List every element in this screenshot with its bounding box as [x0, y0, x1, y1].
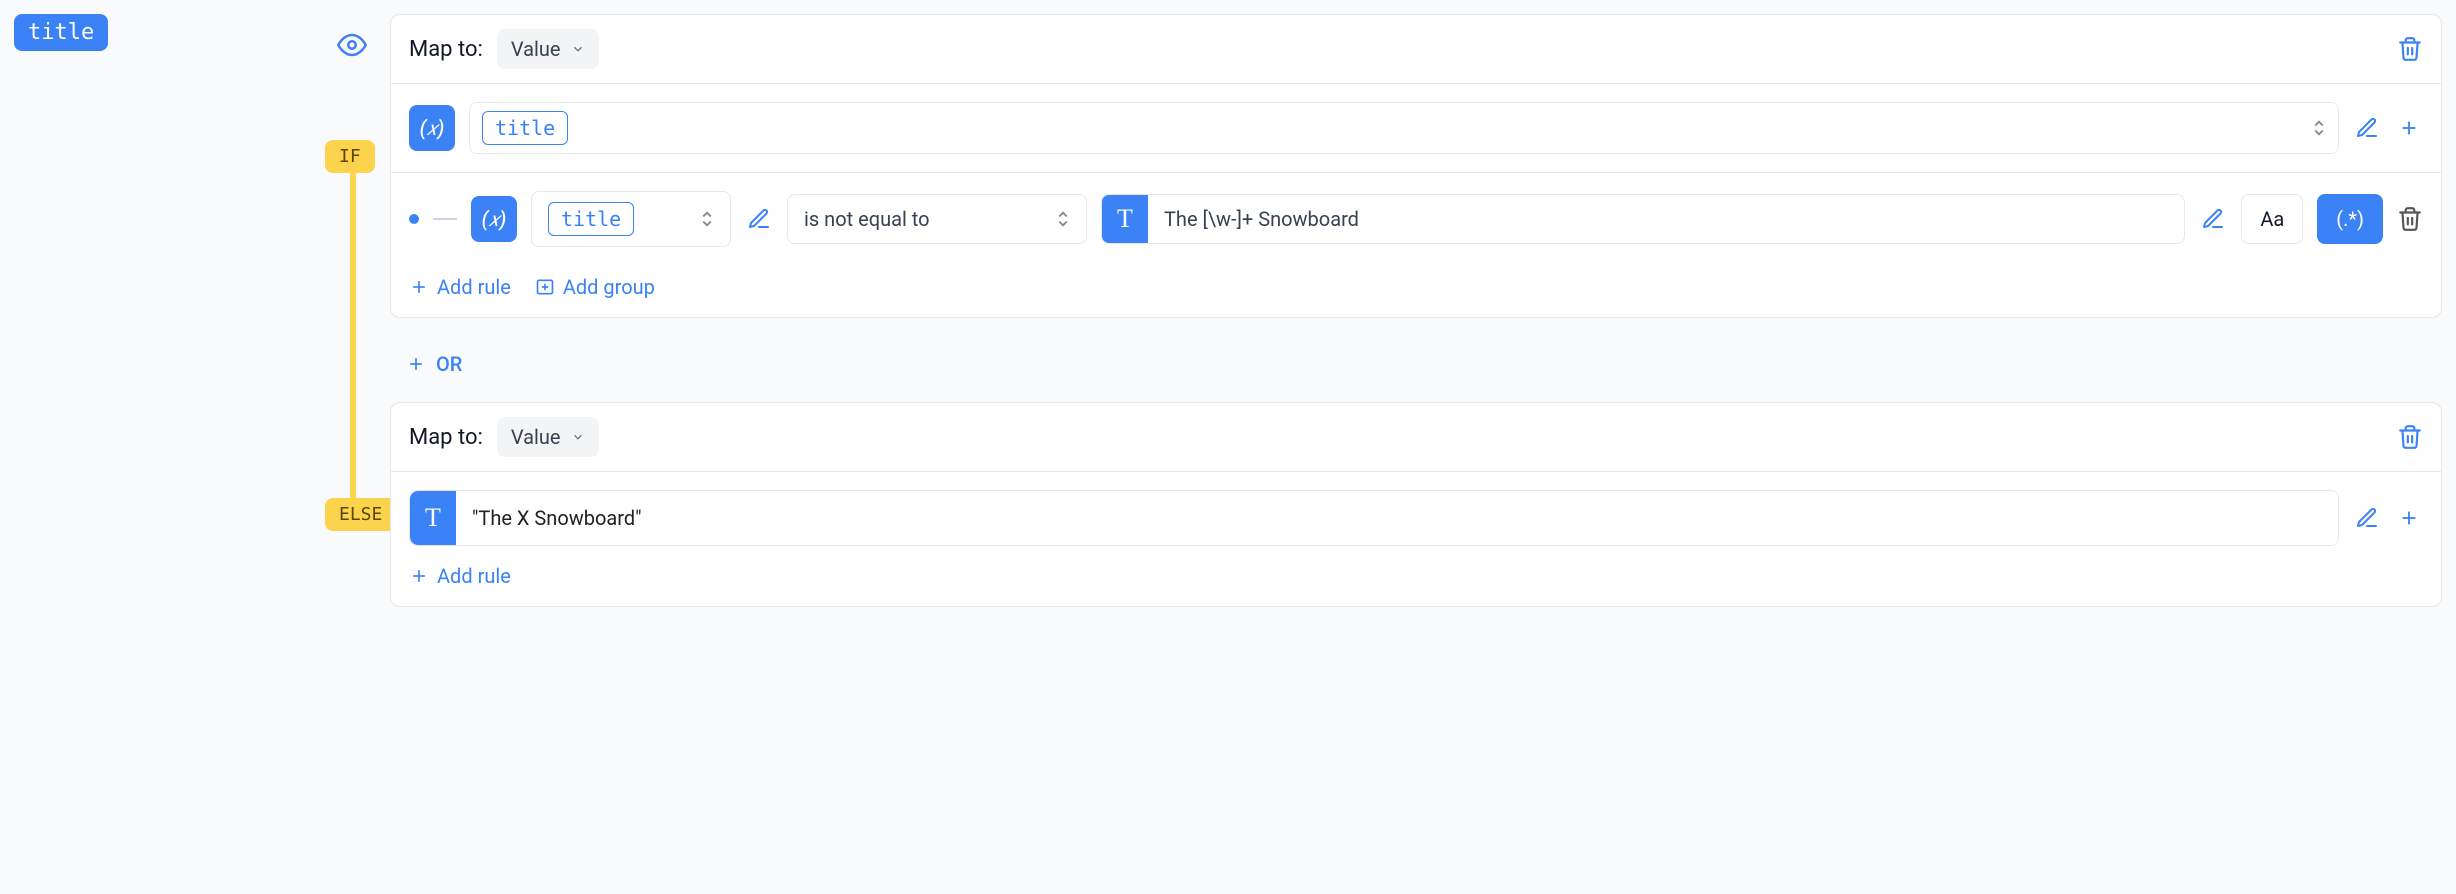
delete-rule-button[interactable] — [2397, 206, 2423, 232]
plus-icon — [406, 354, 426, 374]
condition-row: (𝑥) title is not equal to — [409, 173, 2423, 247]
add-source-button[interactable] — [2395, 114, 2423, 142]
if-source-variable-pill: title — [482, 111, 568, 145]
map-to-value: Value — [511, 425, 561, 449]
map-to-value: Value — [511, 37, 561, 61]
rule-dot — [409, 214, 419, 224]
or-text: OR — [436, 352, 462, 376]
text-type-icon: T — [410, 491, 456, 545]
delete-if-block-button[interactable] — [2397, 36, 2423, 62]
trash-icon — [2397, 206, 2423, 232]
regex-toggle[interactable]: (.*) — [2317, 194, 2383, 244]
add-or-branch-link[interactable]: OR — [398, 344, 470, 384]
if-card-header: Map to: Value — [391, 15, 2441, 84]
add-group-icon — [535, 277, 555, 297]
trash-icon — [2397, 424, 2423, 450]
rule-actions-row: Add rule Add group — [391, 265, 2441, 317]
timeline-line — [350, 155, 356, 515]
chevron-down-icon — [571, 430, 585, 444]
plus-icon — [409, 277, 429, 297]
plus-icon — [2398, 117, 2420, 139]
case-sensitive-toggle[interactable]: Aa — [2241, 194, 2303, 244]
field-chip-title[interactable]: title — [14, 14, 108, 51]
add-rule-text: Add rule — [437, 564, 511, 588]
text-type-icon: T — [1102, 195, 1148, 243]
condition-right-text: The [\w-]+ Snowboard — [1148, 207, 1375, 231]
trash-icon — [2397, 36, 2423, 62]
edit-left-button[interactable] — [745, 205, 773, 233]
map-to-label: Map to: — [409, 37, 483, 62]
select-caret-icon — [2312, 118, 2326, 138]
condition-operator-select[interactable]: is not equal to — [787, 194, 1087, 244]
operator-text: is not equal to — [804, 207, 930, 231]
pencil-icon — [2201, 207, 2225, 231]
if-card: Map to: Value (𝑥) title — [390, 14, 2442, 318]
delete-else-block-button[interactable] — [2397, 424, 2423, 450]
flow-timeline — [350, 0, 356, 894]
edit-source-button[interactable] — [2353, 114, 2381, 142]
else-add-rule-link[interactable]: Add rule — [409, 564, 511, 588]
select-caret-icon — [700, 209, 714, 229]
condition-right-value[interactable]: T The [\w-]+ Snowboard — [1101, 194, 2185, 244]
if-source-row: (𝑥) title — [391, 84, 2441, 172]
variable-icon: (𝑥) — [471, 196, 517, 242]
plus-icon — [409, 566, 429, 586]
edit-right-button[interactable] — [2199, 205, 2227, 233]
add-else-value-button[interactable] — [2395, 504, 2423, 532]
chevron-down-icon — [571, 42, 585, 56]
else-rule-actions: Add rule — [391, 564, 2441, 606]
add-group-text: Add group — [563, 275, 655, 299]
pencil-icon — [747, 207, 771, 231]
else-value-row: T "The X Snowboard" — [391, 472, 2441, 564]
add-rule-link[interactable]: Add rule — [409, 275, 511, 299]
rule-connector — [433, 218, 457, 220]
add-rule-text: Add rule — [437, 275, 511, 299]
condition-section: (𝑥) title is not equal to — [391, 172, 2441, 265]
map-to-label: Map to: — [409, 425, 483, 450]
else-value-input[interactable]: T "The X Snowboard" — [409, 490, 2339, 546]
else-value-text: "The X Snowboard" — [456, 506, 658, 530]
map-to-dropdown[interactable]: Value — [497, 29, 599, 69]
else-pill: ELSE — [325, 498, 396, 531]
select-caret-icon — [1056, 209, 1070, 229]
if-source-select[interactable]: title — [469, 102, 2339, 154]
if-pill: IF — [325, 140, 375, 173]
else-card: Map to: Value T "The X Snowboard" — [390, 402, 2442, 607]
edit-else-value-button[interactable] — [2353, 504, 2381, 532]
plus-icon — [2398, 507, 2420, 529]
pencil-icon — [2355, 506, 2379, 530]
variable-icon: (𝑥) — [409, 105, 455, 151]
add-group-link[interactable]: Add group — [535, 275, 655, 299]
else-card-header: Map to: Value — [391, 403, 2441, 472]
pencil-icon — [2355, 116, 2379, 140]
condition-left-pill: title — [548, 202, 634, 236]
else-map-to-dropdown[interactable]: Value — [497, 417, 599, 457]
condition-left-select[interactable]: title — [531, 191, 731, 247]
